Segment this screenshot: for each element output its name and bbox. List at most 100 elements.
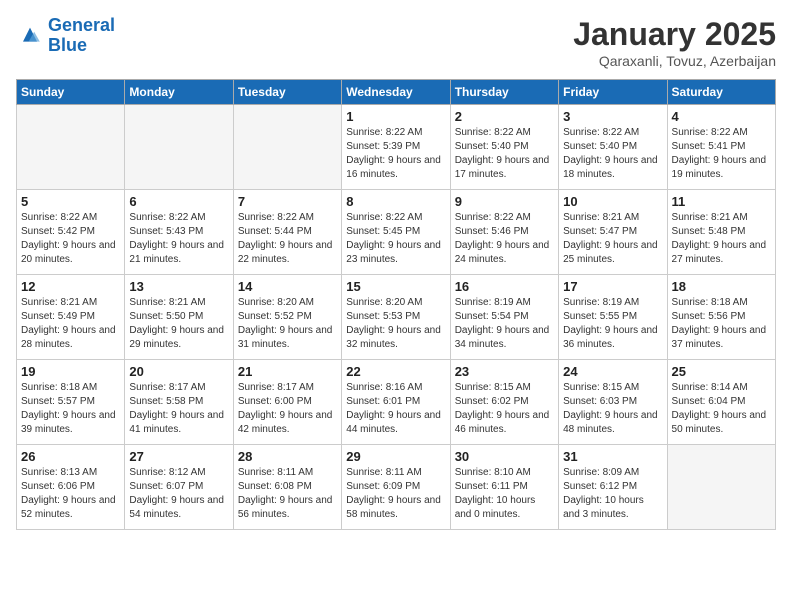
weekday-header-wednesday: Wednesday xyxy=(342,80,450,105)
day-number: 12 xyxy=(21,279,120,294)
calendar-cell: 27Sunrise: 8:12 AMSunset: 6:07 PMDayligh… xyxy=(125,445,233,530)
day-info: Sunrise: 8:22 AMSunset: 5:44 PMDaylight:… xyxy=(238,211,337,267)
calendar-cell xyxy=(125,105,233,190)
logo-line1: General xyxy=(48,15,115,35)
logo: General Blue xyxy=(16,16,115,56)
day-number: 15 xyxy=(346,279,445,294)
day-number: 28 xyxy=(238,449,337,464)
day-info: Sunrise: 8:17 AMSunset: 6:00 PMDaylight:… xyxy=(238,381,337,437)
day-info: Sunrise: 8:22 AMSunset: 5:40 PMDaylight:… xyxy=(563,126,662,182)
calendar-cell: 9 Sunrise: 8:22 AMSunset: 5:46 PMDaylight… xyxy=(450,190,558,275)
calendar-cell: 5 Sunrise: 8:22 AMSunset: 5:42 PMDaylight… xyxy=(17,190,125,275)
calendar-table: SundayMondayTuesdayWednesdayThursdayFrid… xyxy=(16,79,776,530)
calendar-cell: 18 Sunrise: 8:18 AMSunset: 5:56 PMDayligh… xyxy=(667,275,775,360)
weekday-header-sunday: Sunday xyxy=(17,80,125,105)
calendar-cell: 29 Sunrise: 8:11 AMSunset: 6:09 PMDayligh… xyxy=(342,445,450,530)
title-block: January 2025 Qaraxanli, Tovuz, Azerbaija… xyxy=(573,16,776,69)
day-number: 5 xyxy=(21,194,120,209)
day-number: 7 xyxy=(238,194,337,209)
day-info: Sunrise: 8:22 AMSunset: 5:45 PMDaylight:… xyxy=(346,211,445,267)
calendar-cell xyxy=(233,105,341,190)
day-number: 13 xyxy=(129,279,228,294)
day-info: Sunrise: 8:21 AMSunset: 5:49 PMDaylight:… xyxy=(21,296,120,352)
calendar-cell xyxy=(667,445,775,530)
calendar-cell: 7 Sunrise: 8:22 AMSunset: 5:44 PMDaylight… xyxy=(233,190,341,275)
day-number: 29 xyxy=(346,449,445,464)
day-number: 17 xyxy=(563,279,662,294)
day-info: Sunrise: 8:20 AMSunset: 5:52 PMDaylight:… xyxy=(238,296,337,352)
day-info: Sunrise: 8:10 AMSunset: 6:11 PMDaylight:… xyxy=(455,466,554,522)
day-number: 22 xyxy=(346,364,445,379)
calendar-subtitle: Qaraxanli, Tovuz, Azerbaijan xyxy=(573,53,776,69)
day-info: Sunrise: 8:11 AMSunset: 6:08 PMDaylight:… xyxy=(238,466,337,522)
day-number: 31 xyxy=(563,449,662,464)
day-info: Sunrise: 8:11 AMSunset: 6:09 PMDaylight:… xyxy=(346,466,445,522)
calendar-title: January 2025 xyxy=(573,16,776,53)
day-number: 18 xyxy=(672,279,771,294)
calendar-cell: 25Sunrise: 8:14 AMSunset: 6:04 PMDayligh… xyxy=(667,360,775,445)
day-info: Sunrise: 8:19 AMSunset: 5:54 PMDaylight:… xyxy=(455,296,554,352)
calendar-cell: 4 Sunrise: 8:22 AMSunset: 5:41 PMDaylight… xyxy=(667,105,775,190)
day-info: Sunrise: 8:22 AMSunset: 5:46 PMDaylight:… xyxy=(455,211,554,267)
day-number: 1 xyxy=(346,109,445,124)
calendar-cell: 24Sunrise: 8:15 AMSunset: 6:03 PMDayligh… xyxy=(559,360,667,445)
calendar-cell: 16 Sunrise: 8:19 AMSunset: 5:54 PMDayligh… xyxy=(450,275,558,360)
calendar-cell: 11Sunrise: 8:21 AMSunset: 5:48 PMDayligh… xyxy=(667,190,775,275)
day-info: Sunrise: 8:22 AMSunset: 5:42 PMDaylight:… xyxy=(21,211,120,267)
logo-line2: Blue xyxy=(48,35,87,55)
day-info: Sunrise: 8:20 AMSunset: 5:53 PMDaylight:… xyxy=(346,296,445,352)
logo-icon xyxy=(16,22,44,50)
day-number: 14 xyxy=(238,279,337,294)
day-info: Sunrise: 8:22 AMSunset: 5:41 PMDaylight:… xyxy=(672,126,771,182)
day-info: Sunrise: 8:19 AMSunset: 5:55 PMDaylight:… xyxy=(563,296,662,352)
day-info: Sunrise: 8:16 AMSunset: 6:01 PMDaylight:… xyxy=(346,381,445,437)
calendar-cell: 10Sunrise: 8:21 AMSunset: 5:47 PMDayligh… xyxy=(559,190,667,275)
calendar-cell: 3 Sunrise: 8:22 AMSunset: 5:40 PMDaylight… xyxy=(559,105,667,190)
day-number: 2 xyxy=(455,109,554,124)
calendar-cell: 12 Sunrise: 8:21 AMSunset: 5:49 PMDayligh… xyxy=(17,275,125,360)
calendar-cell xyxy=(17,105,125,190)
day-number: 16 xyxy=(455,279,554,294)
calendar-cell: 26 Sunrise: 8:13 AMSunset: 6:06 PMDayligh… xyxy=(17,445,125,530)
day-number: 4 xyxy=(672,109,771,124)
calendar-cell: 20Sunrise: 8:17 AMSunset: 5:58 PMDayligh… xyxy=(125,360,233,445)
weekday-header-tuesday: Tuesday xyxy=(233,80,341,105)
calendar-cell: 21 Sunrise: 8:17 AMSunset: 6:00 PMDayligh… xyxy=(233,360,341,445)
day-number: 26 xyxy=(21,449,120,464)
calendar-cell: 30 Sunrise: 8:10 AMSunset: 6:11 PMDayligh… xyxy=(450,445,558,530)
day-number: 8 xyxy=(346,194,445,209)
weekday-header-saturday: Saturday xyxy=(667,80,775,105)
day-number: 27 xyxy=(129,449,228,464)
day-number: 21 xyxy=(238,364,337,379)
calendar-cell: 14 Sunrise: 8:20 AMSunset: 5:52 PMDayligh… xyxy=(233,275,341,360)
day-number: 9 xyxy=(455,194,554,209)
calendar-cell: 17 Sunrise: 8:19 AMSunset: 5:55 PMDayligh… xyxy=(559,275,667,360)
calendar-cell: 15 Sunrise: 8:20 AMSunset: 5:53 PMDayligh… xyxy=(342,275,450,360)
day-info: Sunrise: 8:22 AMSunset: 5:39 PMDaylight:… xyxy=(346,126,445,182)
calendar-cell: 28 Sunrise: 8:11 AMSunset: 6:08 PMDayligh… xyxy=(233,445,341,530)
calendar-cell: 31Sunrise: 8:09 AMSunset: 6:12 PMDayligh… xyxy=(559,445,667,530)
calendar-cell: 6 Sunrise: 8:22 AMSunset: 5:43 PMDaylight… xyxy=(125,190,233,275)
day-info: Sunrise: 8:15 AMSunset: 6:02 PMDaylight:… xyxy=(455,381,554,437)
day-info: Sunrise: 8:13 AMSunset: 6:06 PMDaylight:… xyxy=(21,466,120,522)
day-info: Sunrise: 8:15 AMSunset: 6:03 PMDaylight:… xyxy=(563,381,662,437)
day-info: Sunrise: 8:21 AMSunset: 5:50 PMDaylight:… xyxy=(129,296,228,352)
day-number: 6 xyxy=(129,194,228,209)
weekday-header-friday: Friday xyxy=(559,80,667,105)
logo-text: General Blue xyxy=(48,15,115,55)
calendar-cell: 22 Sunrise: 8:16 AMSunset: 6:01 PMDayligh… xyxy=(342,360,450,445)
calendar-cell: 19Sunrise: 8:18 AMSunset: 5:57 PMDayligh… xyxy=(17,360,125,445)
calendar-cell: 2Sunrise: 8:22 AMSunset: 5:40 PMDaylight… xyxy=(450,105,558,190)
day-number: 3 xyxy=(563,109,662,124)
day-info: Sunrise: 8:22 AMSunset: 5:43 PMDaylight:… xyxy=(129,211,228,267)
calendar-cell: 1 Sunrise: 8:22 AMSunset: 5:39 PMDaylight… xyxy=(342,105,450,190)
day-info: Sunrise: 8:21 AMSunset: 5:47 PMDaylight:… xyxy=(563,211,662,267)
day-number: 30 xyxy=(455,449,554,464)
day-number: 25 xyxy=(672,364,771,379)
weekday-header-thursday: Thursday xyxy=(450,80,558,105)
day-info: Sunrise: 8:18 AMSunset: 5:57 PMDaylight:… xyxy=(21,381,120,437)
calendar-cell: 23Sunrise: 8:15 AMSunset: 6:02 PMDayligh… xyxy=(450,360,558,445)
day-info: Sunrise: 8:17 AMSunset: 5:58 PMDaylight:… xyxy=(129,381,228,437)
day-number: 11 xyxy=(672,194,771,209)
day-info: Sunrise: 8:18 AMSunset: 5:56 PMDaylight:… xyxy=(672,296,771,352)
